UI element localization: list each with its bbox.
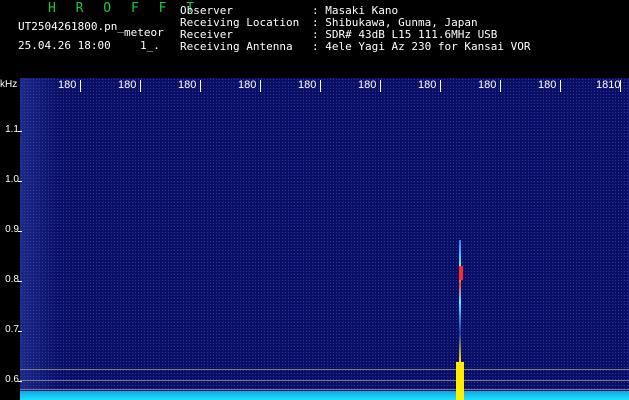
reference-line-1: [20, 369, 629, 370]
meteor-label: meteor: [124, 26, 164, 39]
x-tick-mark: [260, 80, 261, 92]
antenna-value: : 4ele Yagi Az 230 for Kansai VOR: [312, 40, 531, 53]
x-tick-label: 180: [58, 79, 77, 91]
spectrogram-plot: [20, 78, 629, 400]
y-tick-mark: [18, 181, 22, 182]
x-tick-mark: [380, 80, 381, 92]
noise-texture: [20, 78, 629, 400]
file-name: UT2504261800.pn_: [18, 20, 124, 33]
x-tick-mark: [560, 80, 561, 92]
x-tick-label: 180: [178, 79, 197, 91]
x-tick-label: 180: [418, 79, 437, 91]
y-tick-mark: [18, 281, 22, 282]
x-tick-label: 180: [538, 79, 557, 91]
index-text: 1_.: [140, 39, 160, 52]
reference-line-3: [20, 389, 629, 390]
y-tick-label: 1.1: [5, 124, 19, 135]
reference-line-2: [20, 380, 629, 381]
baseline-signal: [20, 391, 629, 400]
x-tick-mark: [80, 80, 81, 92]
y-tick-label: 0.9: [5, 224, 19, 235]
x-tick-mark: [200, 80, 201, 92]
y-tick-label: 0.7: [5, 324, 19, 335]
y-tick-mark: [18, 381, 22, 382]
x-tick-mark: [440, 80, 441, 92]
left-noise-band: [20, 78, 60, 400]
y-tick-mark: [18, 231, 22, 232]
brand-title: H R O F F T: [48, 1, 201, 16]
y-tick-mark: [18, 331, 22, 332]
x-tick-label: 180: [478, 79, 497, 91]
meteor-echo-core: [459, 266, 463, 280]
y-tick-mark: [18, 131, 22, 132]
y-tick-label: 0.8: [5, 274, 19, 285]
x-tick-label: 180: [238, 79, 257, 91]
meteor-echo-base: [456, 362, 464, 400]
x-tick-mark: [500, 80, 501, 92]
timestamp: 25.04.26 18:00: [18, 39, 111, 52]
x-tick-label: 180: [118, 79, 137, 91]
y-tick-label: 1.0: [5, 174, 19, 185]
antenna-key: Receiving Antenna: [180, 40, 293, 53]
y-tick-label: 0.6: [5, 374, 19, 385]
x-tick-mark: [320, 80, 321, 92]
x-tick-mark: [620, 80, 621, 92]
y-unit-label: kHz: [0, 79, 18, 90]
x-tick-mark: [140, 80, 141, 92]
x-tick-label: 1810: [596, 79, 621, 91]
header-panel: H R O F F T UT2504261800.pn_ meteor 25.0…: [0, 0, 629, 78]
x-tick-label: 180: [298, 79, 317, 91]
x-tick-label: 180: [358, 79, 377, 91]
